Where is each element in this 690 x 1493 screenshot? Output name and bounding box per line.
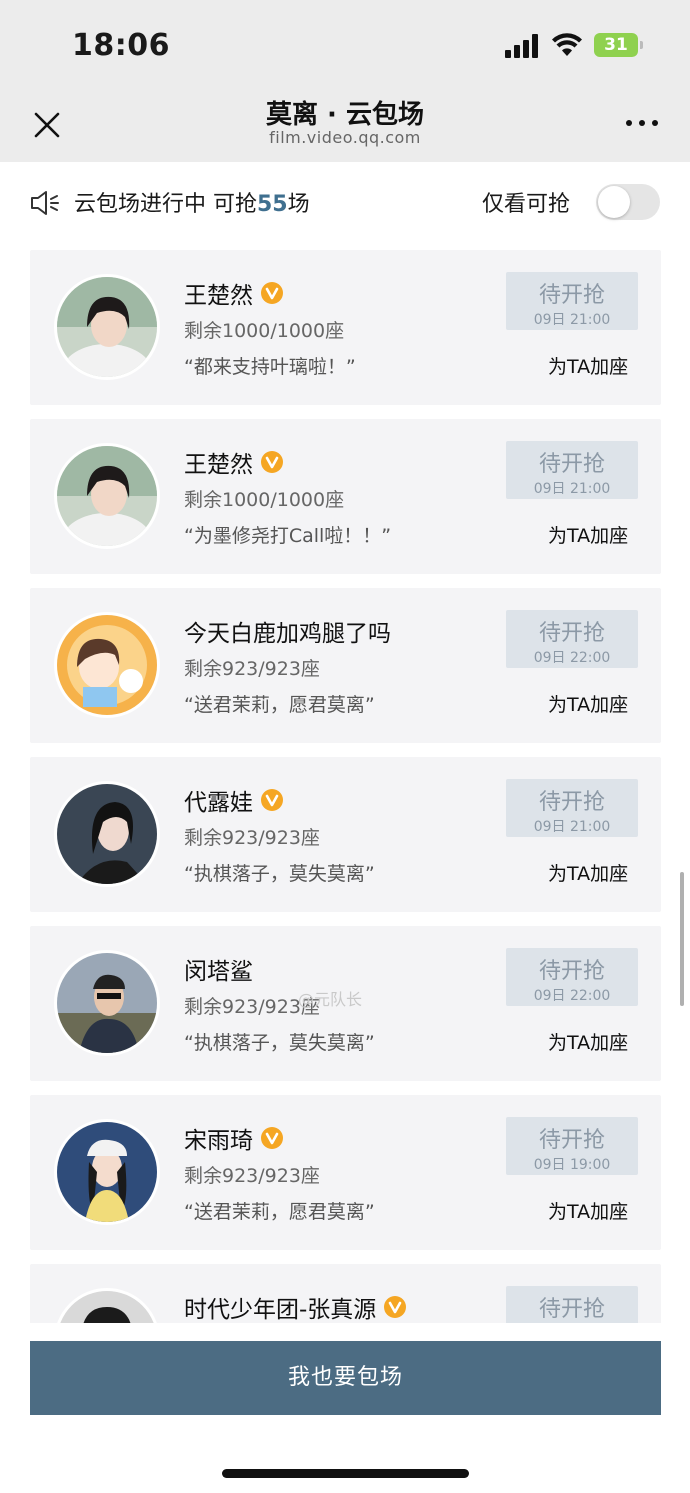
grab-label: 待开抢 — [538, 1128, 605, 1153]
avatar — [54, 1288, 160, 1323]
list-item[interactable]: 宋雨琦 剩余923/923座 “送君茉莉，愿君莫离” 待开抢 09日 19:00… — [30, 1095, 661, 1250]
slogan: “执棋落子，莫失莫离” — [184, 863, 375, 885]
avatar — [54, 274, 160, 380]
seats-remaining: 剩余923/923座 — [184, 1165, 320, 1187]
grab-button[interactable]: 待开抢 — [506, 1286, 638, 1323]
status-text: 云包场进行中 可抢55场 — [74, 186, 310, 218]
verified-v-icon — [261, 282, 283, 304]
home-indicator[interactable] — [222, 1469, 469, 1478]
grab-time: 09日 19:00 — [533, 1157, 611, 1173]
battery-tip — [640, 41, 643, 49]
slogan: “送君茉莉，愿君莫离” — [184, 1201, 375, 1223]
grab-time: 09日 21:00 — [533, 481, 611, 497]
avatar — [54, 1119, 160, 1225]
name-row: 宋雨琦 — [184, 1121, 283, 1155]
scrollbar[interactable] — [680, 872, 684, 1006]
grab-label: 待开抢 — [538, 959, 605, 984]
filter-toggle[interactable] — [596, 184, 660, 220]
host-name: 代露娃 — [184, 790, 253, 816]
avatar — [54, 443, 160, 549]
status-bar: 18:06 31 — [0, 0, 690, 90]
list-item[interactable]: 王楚然 剩余1000/1000座 “都来支持叶璃啦！” 待开抢 09日 21:0… — [30, 250, 661, 405]
host-name: 宋雨琦 — [184, 1128, 253, 1154]
host-name: 闵塔鲨 — [184, 959, 253, 985]
screening-list: 王楚然 剩余1000/1000座 “都来支持叶璃啦！” 待开抢 09日 21:0… — [0, 250, 690, 1323]
grab-button[interactable]: 待开抢 09日 19:00 — [506, 1117, 638, 1175]
host-name: 王楚然 — [184, 452, 253, 478]
name-row: 闵塔鲨 — [184, 952, 253, 986]
grab-label: 待开抢 — [538, 1297, 605, 1322]
grab-button[interactable]: 待开抢 09日 21:00 — [506, 441, 638, 499]
host-name: 时代少年团-张真源 — [184, 1297, 377, 1323]
verified-v-icon — [384, 1296, 407, 1318]
slogan: “为墨修尧打Call啦！！” — [184, 525, 392, 547]
list-item[interactable]: 代露娃 剩余923/923座 “执棋落子，莫失莫离” 待开抢 09日 21:00… — [30, 757, 661, 912]
page-domain: film.video.qq.com — [269, 128, 421, 147]
watermark: @元队长 — [298, 990, 363, 1009]
grab-time: 09日 21:00 — [533, 819, 611, 835]
host-name: 今天白鹿加鸡腿了吗 — [184, 621, 391, 647]
filter-label: 仅看可抢 — [482, 192, 571, 217]
grab-label: 待开抢 — [538, 452, 605, 477]
page-title: 莫离 · 云包场 — [266, 100, 424, 130]
grab-time: 09日 21:00 — [533, 312, 611, 328]
status-suffix: 场 — [287, 192, 310, 217]
wifi-icon — [552, 33, 582, 56]
slogan: “都来支持叶璃啦！” — [184, 356, 356, 378]
grab-button[interactable]: 待开抢 09日 22:00 — [506, 948, 638, 1006]
verified-v-icon — [261, 789, 283, 811]
grab-time: 09日 22:00 — [533, 650, 611, 666]
book-screening-button[interactable]: 我也要包场 — [30, 1341, 661, 1415]
grab-label: 待开抢 — [538, 621, 605, 646]
more-icon[interactable] — [626, 120, 658, 128]
status-prefix: 云包场进行中 可抢 — [74, 192, 257, 217]
top-bar-background: 18:06 31 莫离 · 云包场 film.video.qq.com — [0, 0, 690, 162]
seats-remaining: 剩余1000/1000座 — [184, 320, 345, 342]
battery-icon: 31 — [594, 33, 638, 57]
available-count: 55 — [257, 192, 288, 217]
grab-label: 待开抢 — [538, 790, 605, 815]
grab-label: 待开抢 — [538, 283, 605, 308]
grab-button[interactable]: 待开抢 09日 21:00 — [506, 272, 638, 330]
name-row: 时代少年团-张真源 — [184, 1290, 407, 1323]
info-row: 云包场进行中 可抢55场 仅看可抢 — [0, 162, 690, 242]
slogan: “执棋落子，莫失莫离” — [184, 1032, 375, 1054]
seats-remaining: 剩余923/923座 — [184, 827, 320, 849]
add-seat-link[interactable]: 为TA加座 — [548, 690, 628, 717]
verified-v-icon — [261, 1127, 283, 1149]
add-seat-link[interactable]: 为TA加座 — [548, 1028, 628, 1055]
slogan: “送君茉莉，愿君莫离” — [184, 694, 375, 716]
name-row: 王楚然 — [184, 445, 283, 479]
speaker-icon — [31, 191, 59, 215]
name-row: 代露娃 — [184, 783, 283, 817]
add-seat-link[interactable]: 为TA加座 — [548, 521, 628, 548]
avatar — [54, 781, 160, 887]
grab-time: 09日 22:00 — [533, 988, 611, 1004]
verified-v-icon — [261, 451, 283, 473]
toggle-knob — [598, 186, 630, 218]
add-seat-link[interactable]: 为TA加座 — [548, 1197, 628, 1224]
add-seat-link[interactable]: 为TA加座 — [548, 859, 628, 886]
seats-remaining: 剩余1000/1000座 — [184, 489, 345, 511]
grab-button[interactable]: 待开抢 09日 21:00 — [506, 779, 638, 837]
status-time: 18:06 — [72, 28, 170, 63]
add-seat-link[interactable]: 为TA加座 — [548, 352, 628, 379]
avatar — [54, 612, 160, 718]
list-item[interactable]: 王楚然 剩余1000/1000座 “为墨修尧打Call啦！！” 待开抢 09日 … — [30, 419, 661, 574]
cellular-signal-icon — [505, 34, 541, 58]
navigation-bar: 莫离 · 云包场 film.video.qq.com — [0, 90, 690, 162]
list-item[interactable]: 时代少年团-张真源 待开抢 — [30, 1264, 661, 1323]
list-item[interactable]: 今天白鹿加鸡腿了吗 剩余923/923座 “送君茉莉，愿君莫离” 待开抢 09日… — [30, 588, 661, 743]
name-row: 王楚然 — [184, 276, 283, 310]
seats-remaining: 剩余923/923座 — [184, 658, 320, 680]
host-name: 王楚然 — [184, 283, 253, 309]
name-row: 今天白鹿加鸡腿了吗 — [184, 614, 391, 648]
avatar — [54, 950, 160, 1056]
grab-button[interactable]: 待开抢 09日 22:00 — [506, 610, 638, 668]
